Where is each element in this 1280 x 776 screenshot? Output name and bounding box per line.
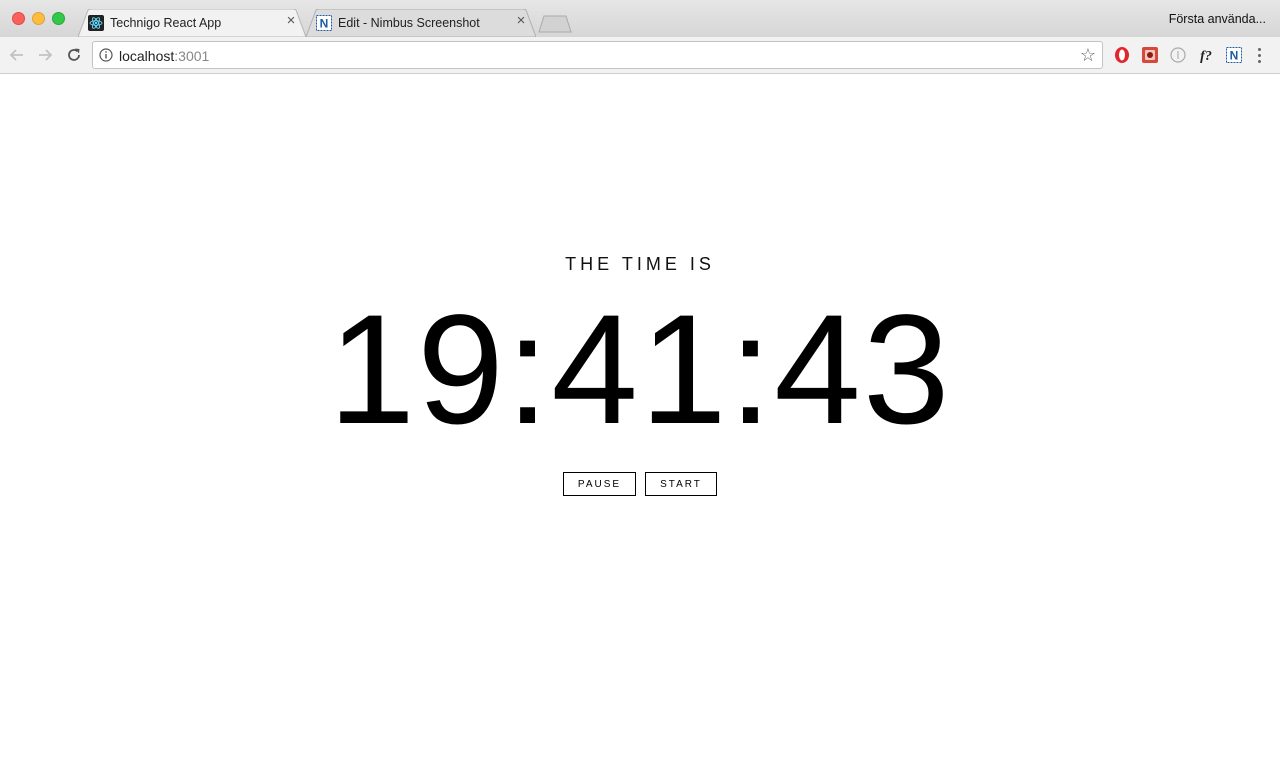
nimbus-icon[interactable]: N (1225, 46, 1243, 64)
opera-icon[interactable] (1113, 46, 1131, 64)
fonts-extension-icon[interactable]: f? (1197, 46, 1215, 64)
star-icon[interactable]: ☆ (1080, 45, 1096, 65)
menu-icon[interactable] (1254, 46, 1264, 64)
svg-text:f?: f? (1200, 49, 1212, 64)
close-tab-icon[interactable]: × (284, 13, 298, 28)
tab-title: Edit - Nimbus Screenshot (338, 16, 480, 30)
time-label: THE TIME IS (565, 254, 715, 274)
url-text: localhost:3001 (119, 48, 209, 64)
pause-button[interactable]: PAUSE (563, 472, 636, 496)
url-port: :3001 (174, 48, 210, 64)
address-bar[interactable]: localhost:3001 ☆ (92, 41, 1103, 69)
back-icon[interactable] (8, 46, 26, 64)
nimbus-icon: N (316, 15, 332, 31)
tab-nimbus-screenshot[interactable]: N Edit - Nimbus Screenshot × (306, 9, 536, 37)
circle-extension-icon[interactable] (1169, 46, 1187, 64)
page-content: THE TIME IS 19:41:43 PAUSE START (0, 74, 1280, 776)
svg-text:N: N (320, 17, 329, 31)
close-window-button[interactable] (12, 12, 25, 25)
start-button[interactable]: START (645, 472, 717, 496)
maximize-window-button[interactable] (52, 12, 65, 25)
profile-name[interactable]: Första använda... (1169, 12, 1266, 26)
minimize-window-button[interactable] (32, 12, 45, 25)
react-icon (88, 15, 104, 31)
browser-toolbar: localhost:3001 ☆ f? N (0, 37, 1280, 74)
info-icon[interactable] (99, 48, 113, 62)
tab-title: Technigo React App (110, 16, 222, 30)
url-host: localhost (119, 48, 175, 64)
svg-text:N: N (1230, 49, 1239, 63)
clock-display: 19:41:43 (328, 283, 952, 457)
tab-technigo-react-app[interactable]: Technigo React App × (78, 9, 306, 37)
extension-icon[interactable] (1141, 46, 1159, 64)
close-tab-icon[interactable]: × (514, 13, 528, 28)
browser-titlebar: Technigo React App × N Edit - Nimbus Scr… (0, 0, 1280, 37)
new-tab-button[interactable] (538, 15, 572, 33)
reload-icon[interactable] (65, 46, 83, 64)
forward-icon[interactable] (36, 46, 54, 64)
